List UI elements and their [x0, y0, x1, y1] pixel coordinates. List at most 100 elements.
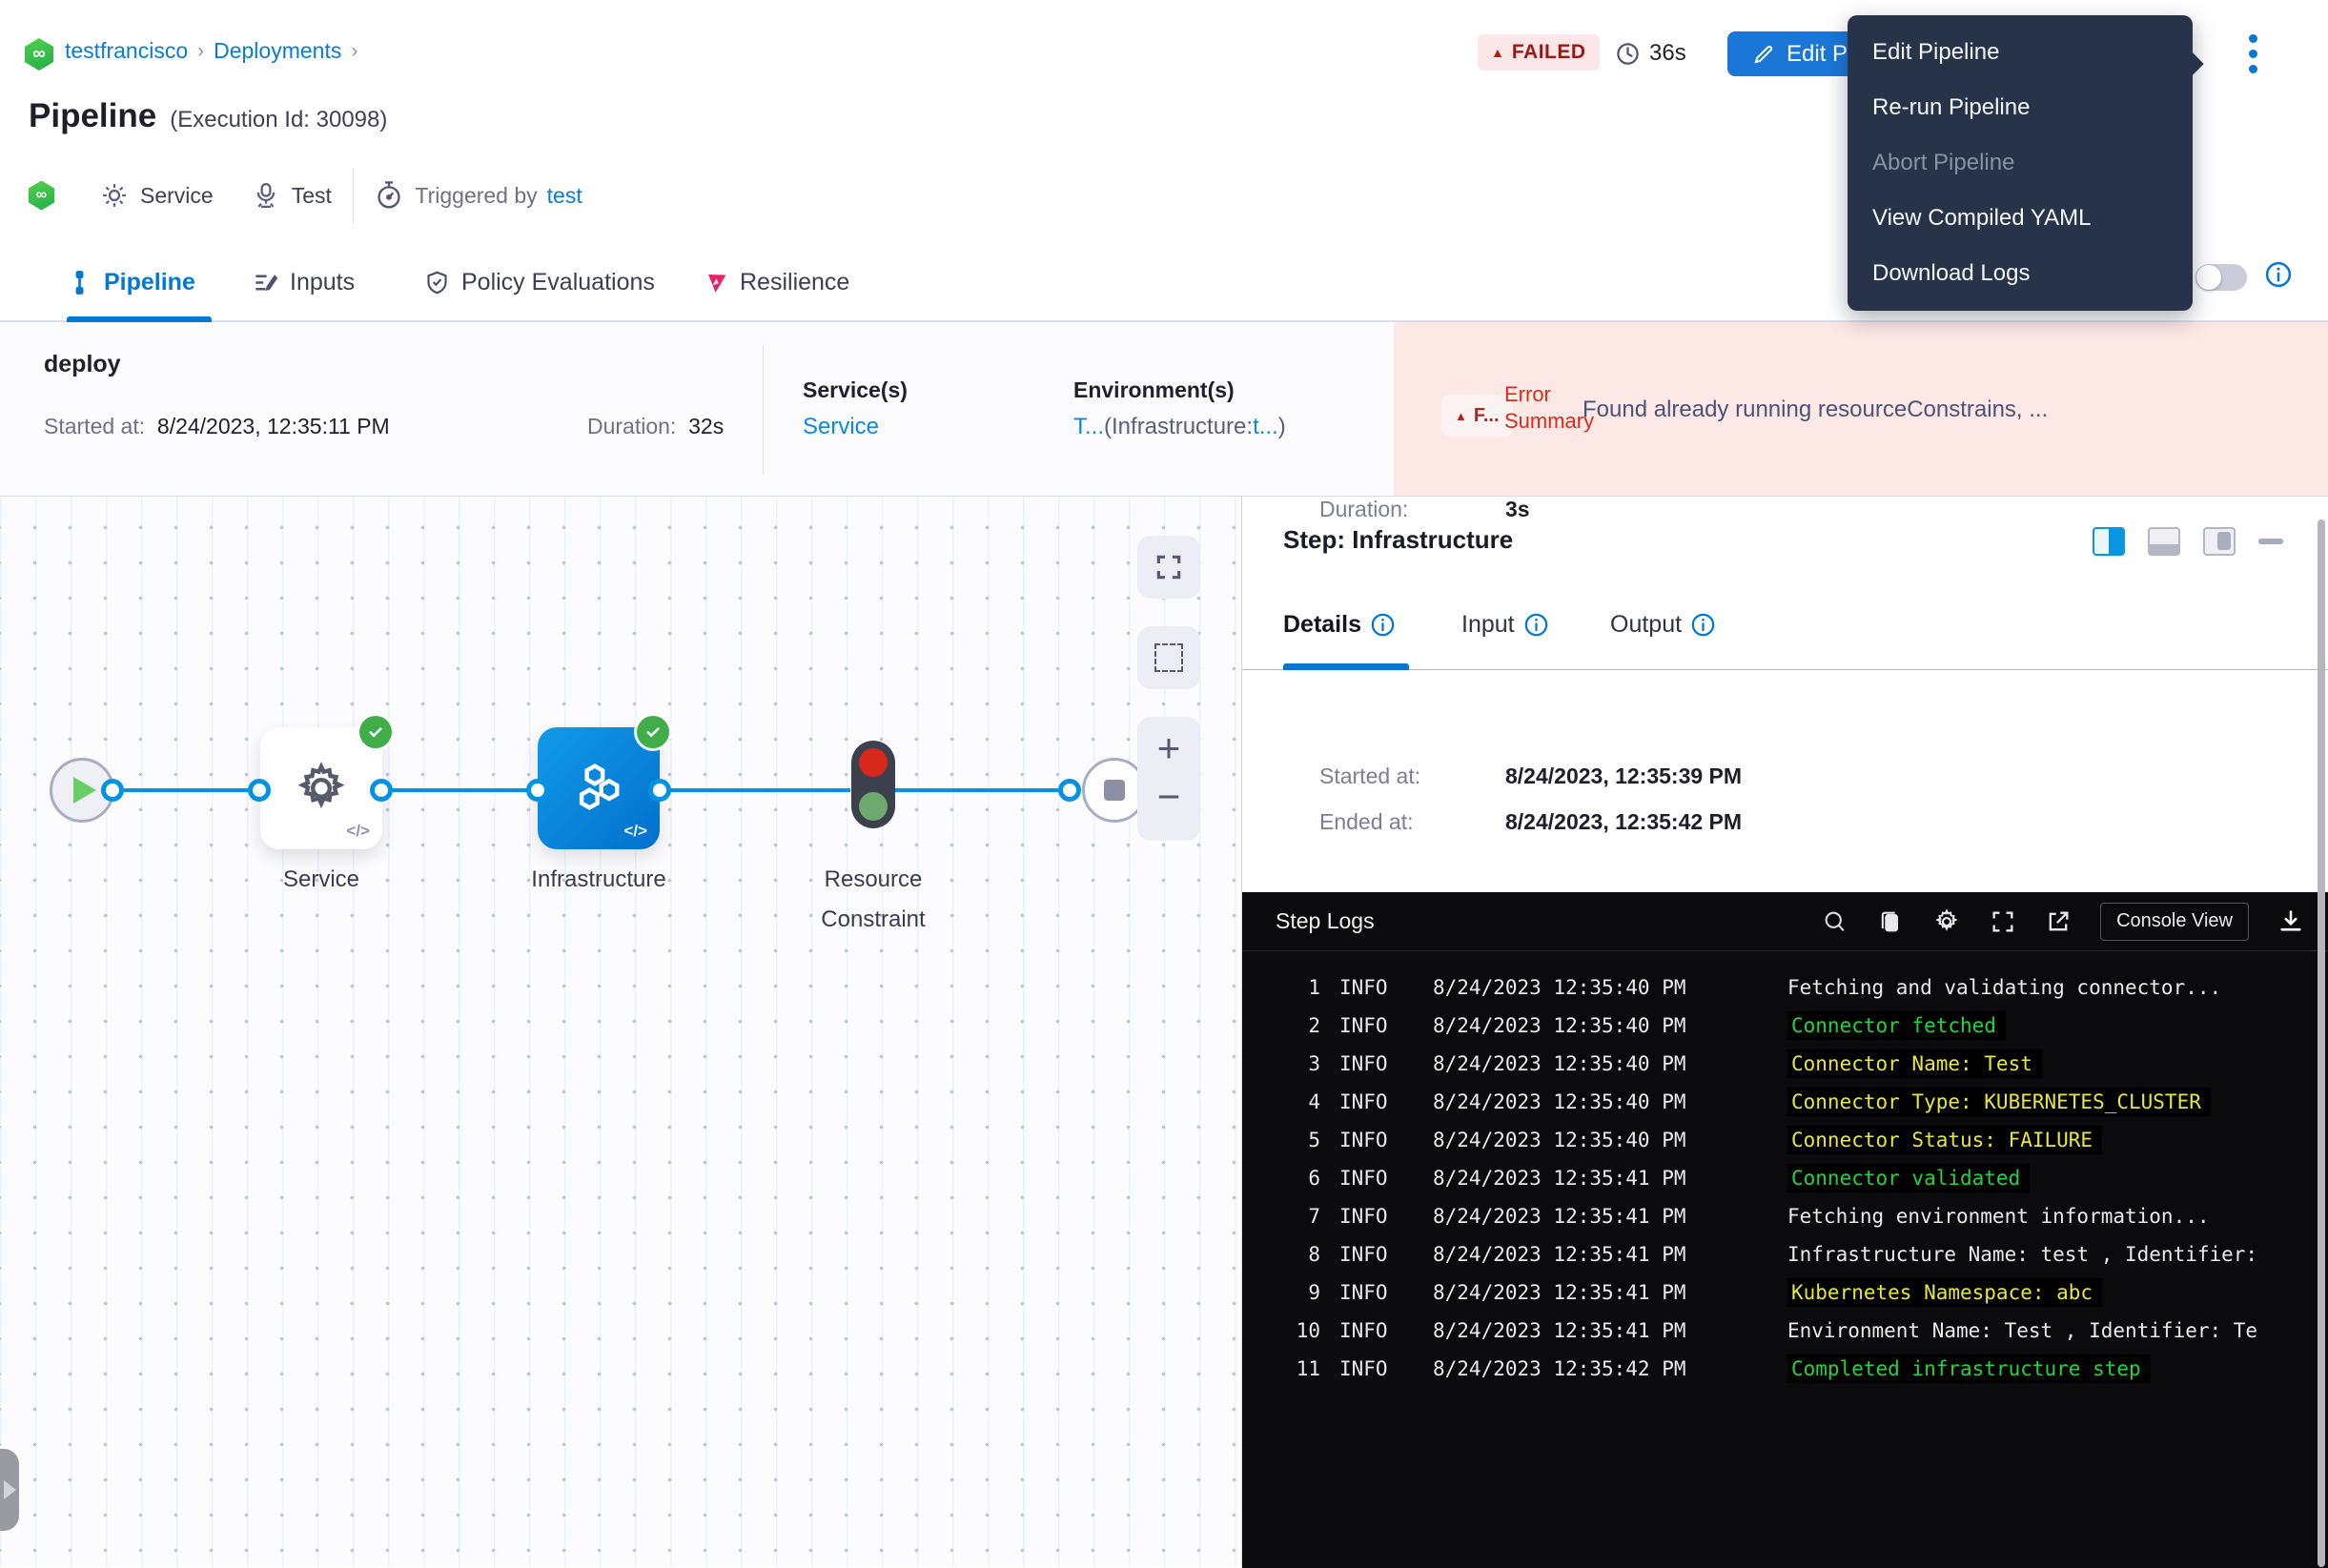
log-level: INFO [1339, 1014, 1400, 1037]
step-tabs: Details Input Output [1242, 600, 2328, 670]
log-line-number: 1 [1276, 976, 1320, 999]
status-badge: ▲ FAILED [1478, 34, 1600, 71]
log-fullscreen-icon[interactable] [1990, 908, 2016, 935]
pipeline-edge [381, 788, 538, 792]
tab-details[interactable]: Details [1283, 611, 1396, 639]
play-icon [73, 777, 96, 804]
duration-label: Duration: [587, 414, 676, 438]
minimize-panel-icon[interactable] [2258, 539, 2283, 544]
menu-item-label: Download Logs [1872, 260, 2030, 286]
green-light-icon [859, 792, 888, 821]
resource-constraint-node[interactable] [851, 741, 895, 828]
canvas-select-button[interactable] [1137, 626, 1200, 689]
service-link[interactable]: Service [803, 414, 879, 440]
resilience-icon [703, 270, 728, 295]
harness-logo-icon: ∞ [25, 38, 53, 71]
layout-split-right-icon[interactable] [2093, 527, 2125, 556]
log-line-number: 5 [1276, 1129, 1320, 1151]
tab-pipeline[interactable]: Pipeline [67, 244, 195, 320]
layout-split-bottom-icon[interactable] [2148, 527, 2180, 556]
environment-close-paren: ) [1278, 414, 1286, 439]
tab-resilience[interactable]: Resilience [703, 244, 849, 320]
breadcrumb-org[interactable]: testfrancisco [65, 38, 188, 64]
connector-dot [648, 779, 671, 802]
log-level: INFO [1339, 976, 1400, 999]
environment-link[interactable]: T... [1073, 414, 1104, 439]
detail-value: 8/24/2023, 12:35:42 PM [1505, 809, 1742, 835]
tab-pipeline-label: Pipeline [104, 269, 195, 296]
log-line: 8 INFO 8/24/2023 12:35:41 PM Infrastruct… [1242, 1235, 2328, 1273]
info-icon [1690, 612, 1716, 638]
service-step-node[interactable]: </> [260, 727, 382, 849]
tab-inputs[interactable]: Inputs [253, 244, 355, 320]
code-glyph: </> [346, 822, 370, 841]
log-timestamp: 8/24/2023 12:35:41 PM [1433, 1243, 1787, 1266]
log-message: Connector Name: Test [1787, 1049, 2042, 1078]
menu-item-label: Edit Pipeline [1872, 39, 1999, 65]
tab-output[interactable]: Output [1610, 611, 1716, 639]
log-lines[interactable]: 1 INFO 8/24/2023 12:35:40 PM Fetching an… [1242, 968, 2328, 1388]
services-label: Service(s) [803, 377, 908, 403]
zoom-out-button[interactable]: − [1137, 765, 1200, 827]
info-icon[interactable] [2264, 260, 2293, 289]
pipeline-canvas[interactable]: </> </> Service Infrastructure ResourceC… [0, 496, 1241, 1567]
meta-test-label[interactable]: Test [292, 183, 332, 209]
pencil-icon [1752, 43, 1775, 66]
console-view-button[interactable]: Console View [2100, 903, 2249, 941]
view-toggle-switch[interactable] [2195, 264, 2247, 291]
log-search-icon[interactable] [1822, 908, 1848, 935]
log-copy-icon[interactable] [1877, 908, 1904, 935]
panel-scrollbar[interactable] [2318, 519, 2325, 1567]
error-summary-text: Found already running resourceConstrains… [1583, 397, 2048, 423]
pipeline-meta-row: ∞ Service Test Triggered by test [29, 168, 582, 223]
menu-item[interactable]: Re-run Pipeline [1848, 80, 2193, 135]
log-download-icon[interactable] [2277, 908, 2304, 935]
menu-item[interactable]: Edit Pipeline [1848, 25, 2193, 80]
log-settings-icon[interactable] [1932, 907, 1961, 936]
connector-dot [1058, 779, 1081, 802]
log-open-external-icon[interactable] [2045, 908, 2072, 935]
detail-row: Ended at: 8/24/2023, 12:35:42 PM [1319, 809, 1742, 835]
tab-policy-evaluations[interactable]: Policy Evaluations [424, 244, 655, 320]
canvas-fullscreen-button[interactable] [1137, 536, 1200, 599]
success-check-icon [359, 716, 392, 748]
meta-service-label[interactable]: Service [140, 183, 214, 209]
log-message: Connector Type: KUBERNETES_CLUSTER [1787, 1088, 2211, 1116]
stopwatch-icon [375, 180, 403, 211]
log-message: Fetching environment information... [1787, 1205, 2210, 1228]
tab-input[interactable]: Input [1461, 611, 1549, 639]
infrastructure-step-node[interactable]: </> [538, 727, 660, 849]
tab-details-label: Details [1283, 611, 1361, 639]
menu-item[interactable]: Download Logs [1848, 246, 2193, 301]
infrastructure-link[interactable]: t... [1253, 414, 1278, 439]
stage-name[interactable]: deploy [44, 351, 121, 378]
hexagons-icon [567, 757, 630, 820]
info-icon [1370, 612, 1396, 638]
gear-icon [292, 759, 351, 818]
log-line: 3 INFO 8/24/2023 12:35:40 PM Connector N… [1242, 1045, 2328, 1083]
log-line-number: 6 [1276, 1167, 1320, 1190]
log-line: 1 INFO 8/24/2023 12:35:40 PM Fetching an… [1242, 968, 2328, 1007]
log-level: INFO [1339, 1090, 1400, 1113]
log-message: Environment Name: Test , Identifier: Te [1787, 1319, 2257, 1342]
log-line: 11 INFO 8/24/2023 12:35:42 PM Completed … [1242, 1350, 2328, 1388]
duration-value: 36s [1649, 40, 1686, 67]
log-timestamp: 8/24/2023 12:35:41 PM [1433, 1205, 1787, 1228]
stage-started: Started at: 8/24/2023, 12:35:11 PM [44, 414, 390, 439]
clock-icon [1615, 41, 1641, 67]
more-options-button[interactable] [2238, 34, 2267, 78]
log-line-number: 11 [1276, 1357, 1320, 1380]
triggered-by-user[interactable]: test [547, 183, 582, 209]
connector-dot [370, 779, 393, 802]
log-line: 2 INFO 8/24/2023 12:35:40 PM Connector f… [1242, 1007, 2328, 1045]
nav-expand-handle[interactable] [0, 1449, 19, 1531]
step-logs-title: Step Logs [1276, 908, 1375, 934]
error-badge-text: F... [1474, 405, 1500, 427]
marquee-select-icon [1154, 643, 1183, 672]
triggered-by-label: Triggered by [415, 183, 537, 209]
breadcrumb-deployments[interactable]: Deployments [214, 38, 341, 64]
menu-item[interactable]: Abort Pipeline [1848, 135, 2193, 191]
detail-value: 8/24/2023, 12:35:39 PM [1505, 764, 1742, 789]
menu-item[interactable]: View Compiled YAML [1848, 191, 2193, 246]
layout-floating-icon[interactable] [2203, 527, 2236, 556]
